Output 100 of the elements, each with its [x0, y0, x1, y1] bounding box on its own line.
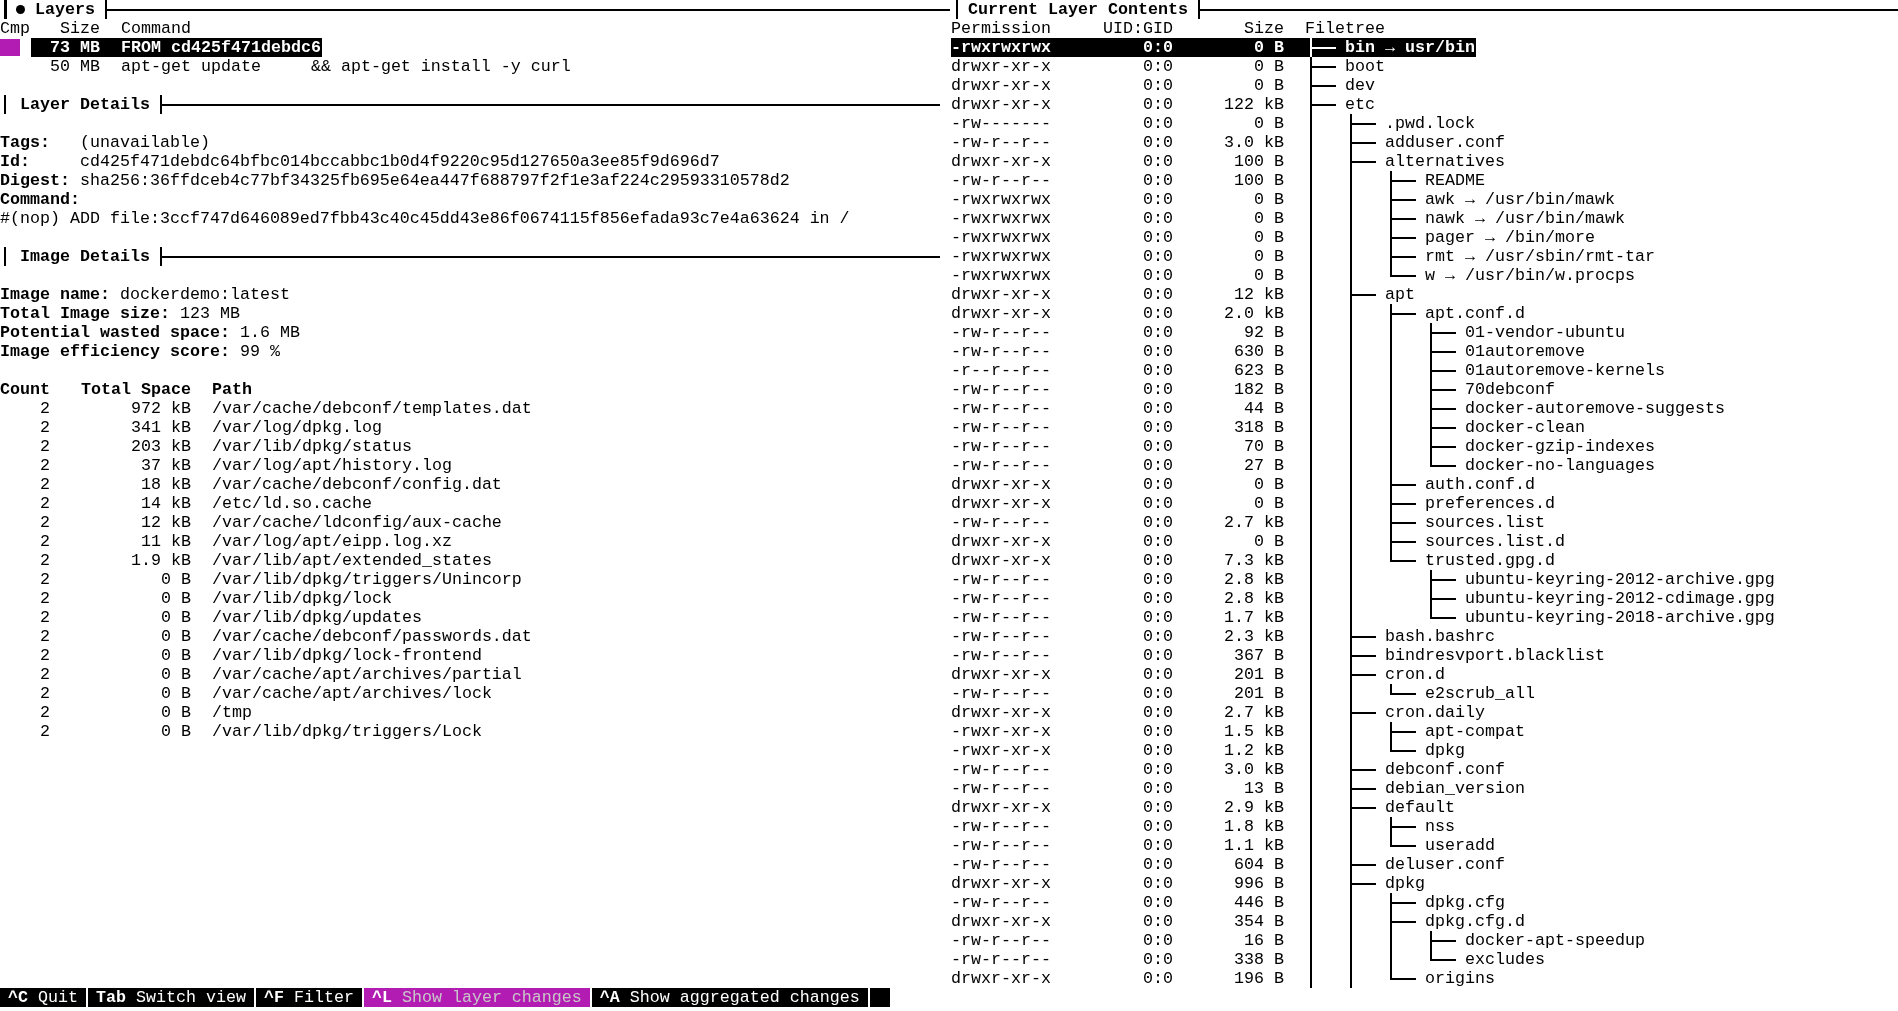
- file-row[interactable]: drwxr-xr-x 0:0 0 B: [951, 76, 1305, 95]
- file-row[interactable]: drwxr-xr-x 0:0 996 B: [951, 874, 1305, 893]
- tree-item-name[interactable]: 01autoremove: [1465, 342, 1585, 361]
- tree-item-name[interactable]: nawk → /usr/bin/mawk: [1425, 209, 1625, 228]
- file-row[interactable]: -rw-r--r-- 0:0 318 B: [951, 418, 1305, 437]
- file-row[interactable]: drwxr-xr-x 0:0 196 B: [951, 969, 1305, 988]
- tree-item-name[interactable]: cron.d: [1385, 665, 1445, 684]
- file-row[interactable]: -rw-r--r-- 0:0 2.3 kB: [951, 627, 1305, 646]
- tree-item-name[interactable]: debian_version: [1385, 779, 1525, 798]
- tree-item-name[interactable]: apt-compat: [1425, 722, 1525, 741]
- file-row[interactable]: -rwxrwxrwx 0:0 0 B: [951, 38, 1305, 57]
- file-row[interactable]: -rwxrwxrwx 0:0 0 B: [951, 228, 1305, 247]
- file-row[interactable]: -rwxr-xr-x 0:0 1.2 kB: [951, 741, 1305, 760]
- tree-item-name[interactable]: nss: [1425, 817, 1455, 836]
- file-row[interactable]: -rw-r--r-- 0:0 2.8 kB: [951, 589, 1305, 608]
- tree-item-name[interactable]: apt: [1385, 285, 1415, 304]
- file-row[interactable]: drwxr-xr-x 0:0 0 B: [951, 532, 1305, 551]
- tree-item-name[interactable]: dpkg.cfg: [1425, 893, 1505, 912]
- file-row[interactable]: drwxr-xr-x 0:0 2.0 kB: [951, 304, 1305, 323]
- file-row[interactable]: drwxr-xr-x 0:0 12 kB: [951, 285, 1305, 304]
- file-row[interactable]: -rw-r--r-- 0:0 2.7 kB: [951, 513, 1305, 532]
- shortcut-item[interactable]: ^A Show aggregated changes: [591, 988, 868, 1007]
- tree-item-name[interactable]: preferences.d: [1425, 494, 1555, 513]
- shortcut-item[interactable]: ^F Filter: [255, 988, 362, 1007]
- file-row[interactable]: -rw-r--r-- 0:0 1.1 kB: [951, 836, 1305, 855]
- file-row[interactable]: -r--r--r-- 0:0 623 B: [951, 361, 1305, 380]
- tree-item-name[interactable]: 01-vendor-ubuntu: [1465, 323, 1625, 342]
- tree-item-name[interactable]: w → /usr/bin/w.procps: [1425, 266, 1635, 285]
- tree-item-name[interactable]: origins: [1425, 969, 1495, 988]
- tree-item-name[interactable]: pager → /bin/more: [1425, 228, 1595, 247]
- tree-item-name[interactable]: docker-gzip-indexes: [1465, 437, 1655, 456]
- file-row[interactable]: -rw-r--r-- 0:0 201 B: [951, 684, 1305, 703]
- layer-row[interactable]: 73 MB FROM cd425f471debdc6: [31, 38, 322, 57]
- file-row[interactable]: drwxr-xr-x 0:0 354 B: [951, 912, 1305, 931]
- tree-item-name[interactable]: adduser.conf: [1385, 133, 1505, 152]
- tree-item-name[interactable]: docker-autoremove-suggests: [1465, 399, 1725, 418]
- file-row[interactable]: -rw-r--r-- 0:0 630 B: [951, 342, 1305, 361]
- tree-item-name[interactable]: trusted.gpg.d: [1425, 551, 1555, 570]
- tree-item-name[interactable]: cron.daily: [1385, 703, 1485, 722]
- file-row[interactable]: -rw-r--r-- 0:0 3.0 kB: [951, 133, 1305, 152]
- file-row[interactable]: -rw-r--r-- 0:0 44 B: [951, 399, 1305, 418]
- tree-item-name[interactable]: ubuntu-keyring-2012-cdimage.gpg: [1465, 589, 1775, 608]
- file-row[interactable]: -rwxr-xr-x 0:0 1.5 kB: [951, 722, 1305, 741]
- tree-item-name[interactable]: README: [1425, 171, 1485, 190]
- file-row[interactable]: drwxr-xr-x 0:0 0 B: [951, 494, 1305, 513]
- file-row[interactable]: -rwxrwxrwx 0:0 0 B: [951, 209, 1305, 228]
- file-row[interactable]: -rwxrwxrwx 0:0 0 B: [951, 247, 1305, 266]
- tree-item-name[interactable]: boot: [1345, 57, 1385, 76]
- tree-item-name[interactable]: dpkg: [1385, 874, 1425, 893]
- tree-item-name[interactable]: sources.list.d: [1425, 532, 1565, 551]
- tree-item-name[interactable]: docker-clean: [1465, 418, 1585, 437]
- shortcut-item[interactable]: ^C Quit: [0, 988, 86, 1007]
- file-row[interactable]: -rwxrwxrwx 0:0 0 B: [951, 266, 1305, 285]
- file-row[interactable]: -rw-r--r-- 0:0 1.7 kB: [951, 608, 1305, 627]
- tree-item-name[interactable]: e2scrub_all: [1425, 684, 1535, 703]
- file-row[interactable]: -rw-r--r-- 0:0 100 B: [951, 171, 1305, 190]
- file-row[interactable]: -rw-r--r-- 0:0 2.8 kB: [951, 570, 1305, 589]
- tree-item-name[interactable]: default: [1385, 798, 1455, 817]
- tree-item-name[interactable]: 70debconf: [1465, 380, 1555, 399]
- file-row[interactable]: drwxr-xr-x 0:0 7.3 kB: [951, 551, 1305, 570]
- file-row[interactable]: drwxr-xr-x 0:0 0 B: [951, 475, 1305, 494]
- tree-item-name[interactable]: alternatives: [1385, 152, 1505, 171]
- tree-item-name[interactable]: ubuntu-keyring-2018-archive.gpg: [1465, 608, 1775, 627]
- file-row[interactable]: -rw-r--r-- 0:0 13 B: [951, 779, 1305, 798]
- file-row[interactable]: -rw-r--r-- 0:0 182 B: [951, 380, 1305, 399]
- tree-item-name[interactable]: bash.bashrc: [1385, 627, 1495, 646]
- tree-item-name[interactable]: docker-no-languages: [1465, 456, 1655, 475]
- file-row[interactable]: -rw-r--r-- 0:0 16 B: [951, 931, 1305, 950]
- file-row[interactable]: -rw-r--r-- 0:0 338 B: [951, 950, 1305, 969]
- file-row[interactable]: drwxr-xr-x 0:0 201 B: [951, 665, 1305, 684]
- tree-item-name[interactable]: auth.conf.d: [1425, 475, 1535, 494]
- tree-item-name[interactable]: rmt → /usr/sbin/rmt-tar: [1425, 247, 1655, 266]
- shortcut-item[interactable]: Tab Switch view: [88, 988, 254, 1007]
- tree-item-name[interactable]: bindresvport.blacklist: [1385, 646, 1605, 665]
- file-row[interactable]: -rw-r--r-- 0:0 27 B: [951, 456, 1305, 475]
- file-row[interactable]: -rw-r--r-- 0:0 3.0 kB: [951, 760, 1305, 779]
- file-row[interactable]: drwxr-xr-x 0:0 2.9 kB: [951, 798, 1305, 817]
- file-row[interactable]: drwxr-xr-x 0:0 0 B: [951, 57, 1305, 76]
- file-row[interactable]: -rw-r--r-- 0:0 92 B: [951, 323, 1305, 342]
- tree-item-name[interactable]: etc: [1345, 95, 1375, 114]
- tree-item-name[interactable]: .pwd.lock: [1385, 114, 1475, 133]
- layer-row[interactable]: 50 MB apt-get update && apt-get install -y curl: [31, 57, 571, 76]
- file-row[interactable]: -rw-r--r-- 0:0 367 B: [951, 646, 1305, 665]
- file-row[interactable]: -rw-r--r-- 0:0 604 B: [951, 855, 1305, 874]
- tree-item-name[interactable]: deluser.conf: [1385, 855, 1505, 874]
- file-row[interactable]: -rw-r--r-- 0:0 446 B: [951, 893, 1305, 912]
- tree-item-name[interactable]: dpkg: [1425, 741, 1465, 760]
- file-row[interactable]: -rw------- 0:0 0 B: [951, 114, 1305, 133]
- shortcut-item[interactable]: ^L Show layer changes: [363, 988, 590, 1007]
- file-row[interactable]: drwxr-xr-x 0:0 2.7 kB: [951, 703, 1305, 722]
- tree-item-name[interactable]: docker-apt-speedup: [1465, 931, 1645, 950]
- tree-item-name[interactable]: excludes: [1465, 950, 1545, 969]
- tree-item-name[interactable]: ubuntu-keyring-2012-archive.gpg: [1465, 570, 1775, 589]
- file-row[interactable]: drwxr-xr-x 0:0 122 kB: [951, 95, 1305, 114]
- tree-item-name[interactable]: awk → /usr/bin/mawk: [1425, 190, 1615, 209]
- tree-item-name[interactable]: dev: [1345, 76, 1375, 95]
- file-row[interactable]: -rw-r--r-- 0:0 70 B: [951, 437, 1305, 456]
- tree-item-name[interactable]: useradd: [1425, 836, 1495, 855]
- file-row[interactable]: -rw-r--r-- 0:0 1.8 kB: [951, 817, 1305, 836]
- tree-item-name[interactable]: sources.list: [1425, 513, 1545, 532]
